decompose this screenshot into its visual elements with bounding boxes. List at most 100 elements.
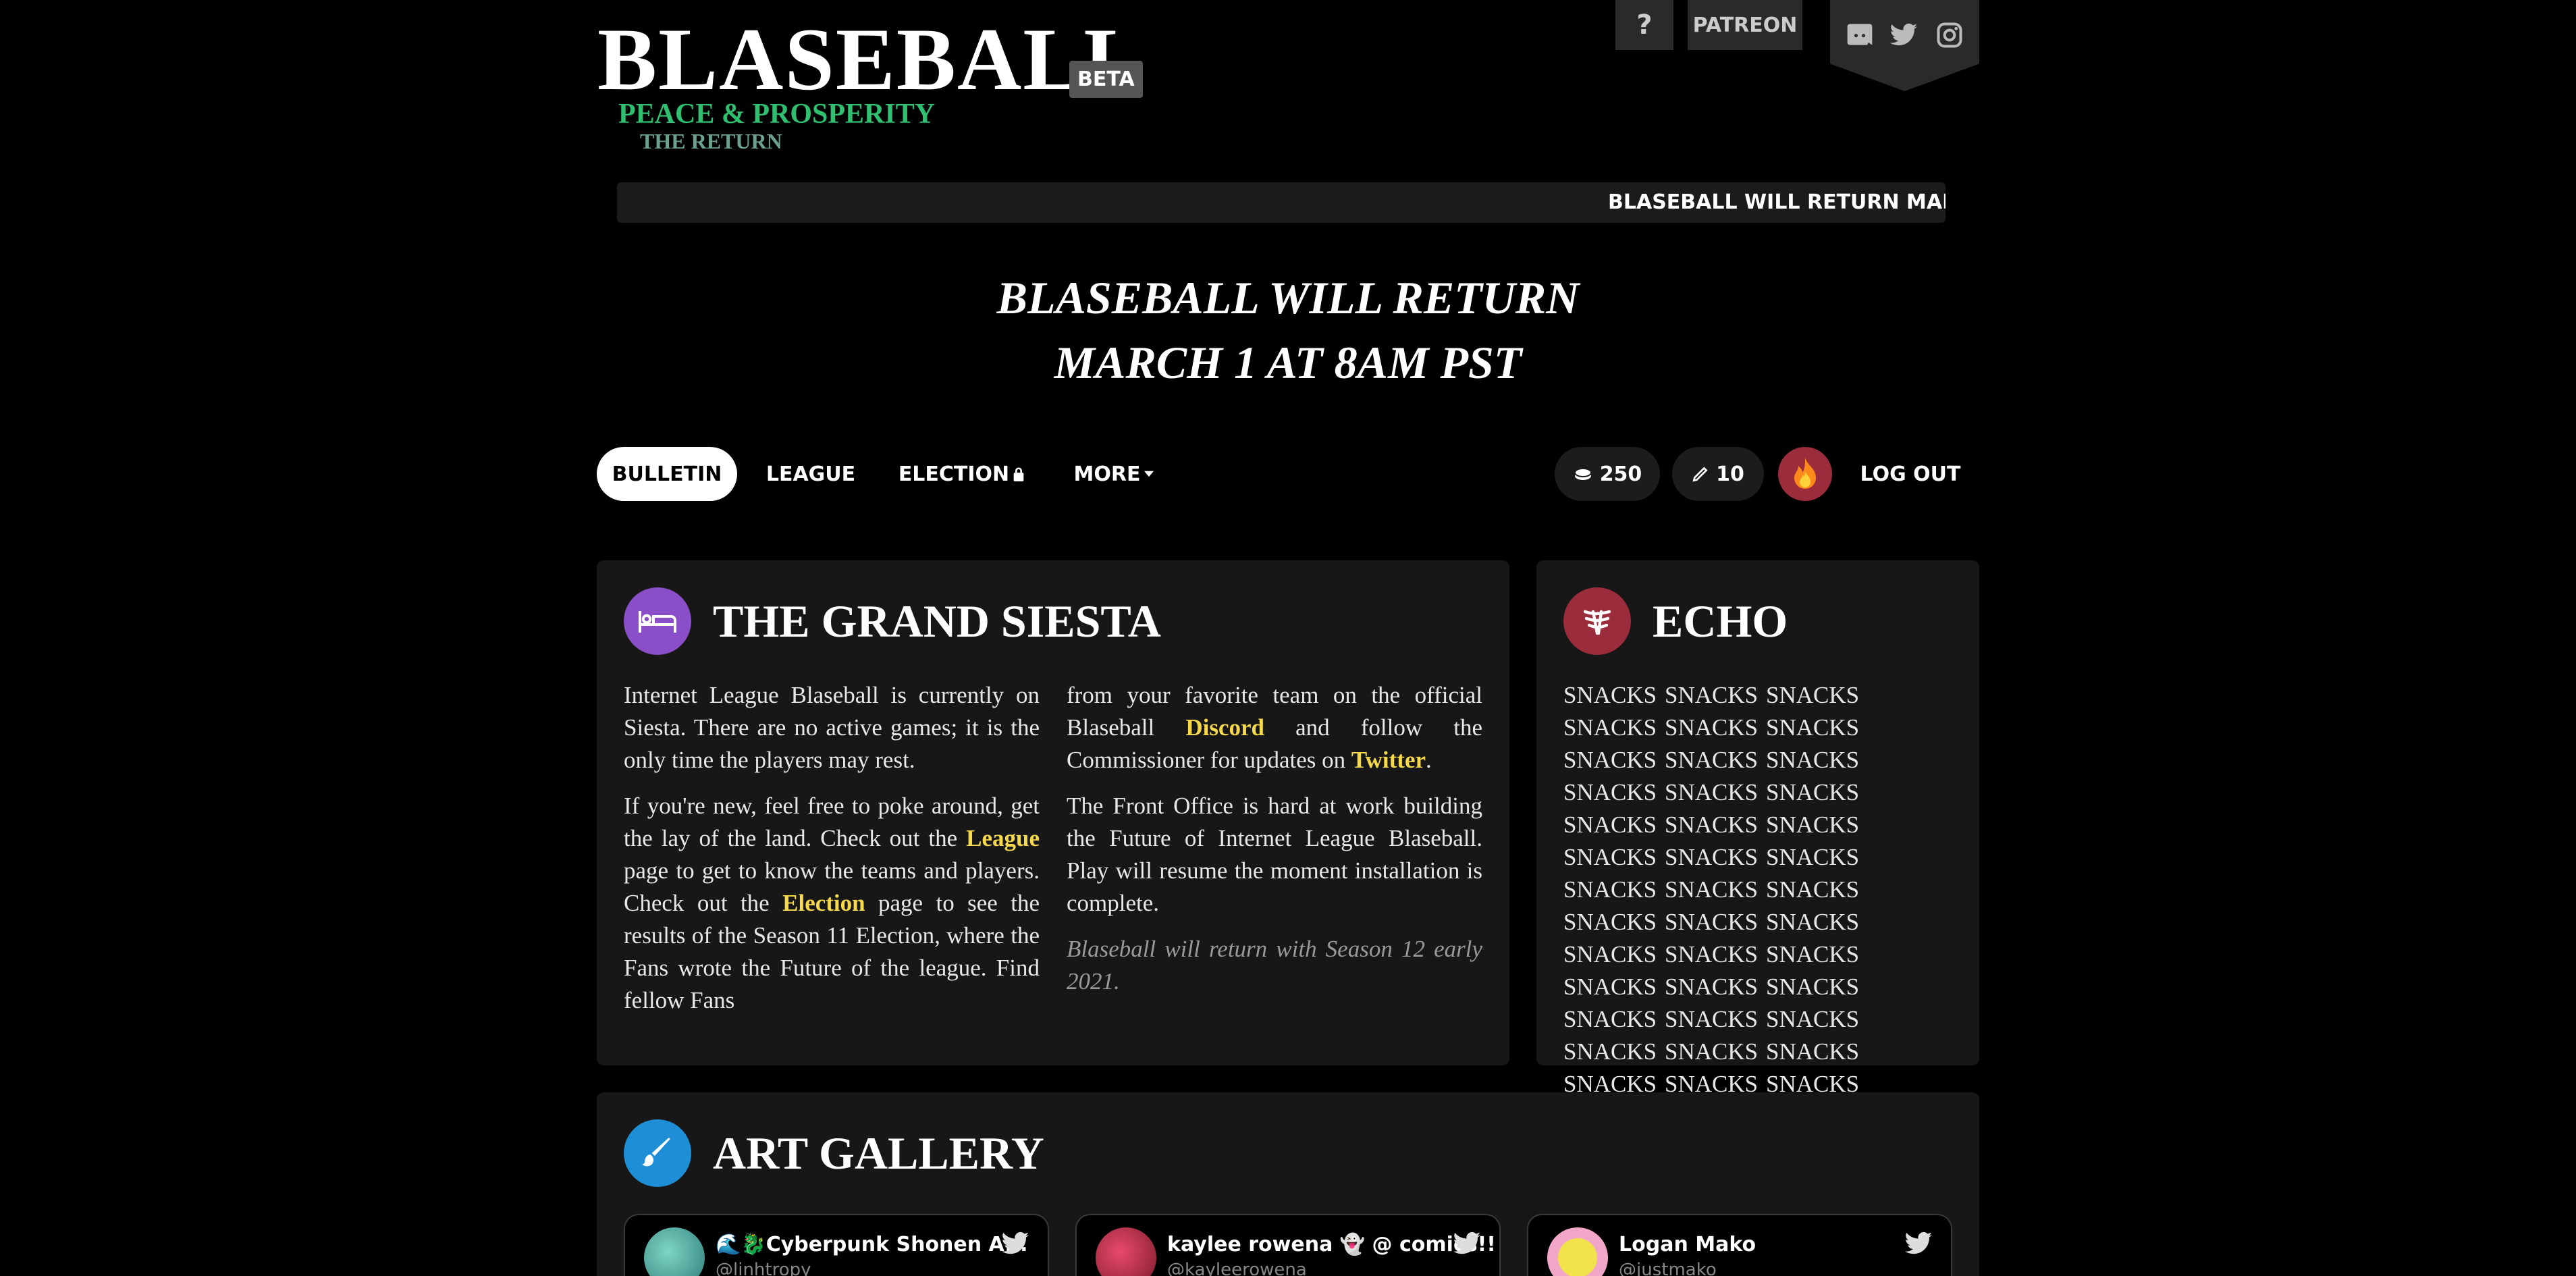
snacks-word: SNACKS bbox=[1766, 909, 1860, 935]
nav-more[interactable]: MORE bbox=[1067, 447, 1161, 501]
snacks-word: SNACKS bbox=[1766, 747, 1860, 773]
siesta-column-right: from your favorite team on the official … bbox=[1067, 679, 1482, 1011]
headline-line2: MARCH 1 AT 8AM PST bbox=[1054, 337, 1522, 388]
tweet-author-name: 🌊🐉Cyberpunk Shonen A... bbox=[716, 1233, 1028, 1256]
snacks-word: SNACKS bbox=[1766, 714, 1860, 741]
twitter-icon[interactable] bbox=[1889, 20, 1918, 50]
snacks-word: SNACKS bbox=[1766, 941, 1860, 967]
logout-button[interactable]: LOG OUT bbox=[1856, 447, 1964, 501]
coins-pill[interactable]: 250 bbox=[1555, 447, 1660, 501]
snacks-word: SNACKS bbox=[1665, 812, 1759, 838]
snacks-word: SNACKS bbox=[1563, 1006, 1657, 1032]
twitter-icon bbox=[1001, 1231, 1029, 1254]
snacks-word: SNACKS bbox=[1766, 1038, 1860, 1065]
coins-icon bbox=[1574, 468, 1592, 480]
tweet-card[interactable]: kaylee rowena 👻 @ comics!! @kayleerowena bbox=[1075, 1214, 1501, 1276]
tweet-card[interactable]: 🌊🐉Cyberpunk Shonen A... @linhtropy bbox=[624, 1214, 1049, 1276]
snacks-list: SNACKS SNACKS SNACKS SNACKS SNACKS SNACKS SNAC… bbox=[1563, 679, 1955, 1133]
ticker-text: BLASEBALL WILL RETURN MARCH 1 A bbox=[1608, 190, 1946, 214]
avatar bbox=[1547, 1227, 1608, 1276]
siesta-paragraph-3: from your favorite team on the official … bbox=[1067, 682, 1482, 773]
tweet-author-handle: @linhtropy bbox=[716, 1260, 811, 1276]
gallery-title: ART GALLERY bbox=[713, 1127, 1044, 1179]
tweet-author-name: kaylee rowena 👻 @ comics!! bbox=[1167, 1233, 1496, 1256]
patreon-button[interactable]: PATREON bbox=[1688, 0, 1802, 50]
snacks-word: SNACKS bbox=[1665, 844, 1759, 870]
snacks-word: SNACKS bbox=[1563, 909, 1657, 935]
beta-badge: BETA bbox=[1069, 61, 1143, 98]
siesta-paragraph-4: The Front Office is hard at work buildin… bbox=[1067, 793, 1482, 916]
grand-siesta-card: THE GRAND SIESTA Internet League Blaseba… bbox=[597, 560, 1509, 1065]
nav-more-label: MORE bbox=[1073, 462, 1141, 486]
discord-link[interactable]: Discord bbox=[1185, 714, 1264, 741]
siesta-title: THE GRAND SIESTA bbox=[713, 595, 1161, 647]
bed-icon bbox=[639, 611, 676, 633]
snacks-word: SNACKS bbox=[1665, 974, 1759, 1000]
fire-icon bbox=[1794, 458, 1816, 489]
snacks-word: SNACKS bbox=[1563, 682, 1657, 708]
siesta-column-left: Internet League Blaseball is currently o… bbox=[624, 679, 1040, 1030]
art-gallery-card: ART GALLERY 🌊🐉Cyberpunk Shonen A... @lin… bbox=[597, 1092, 1979, 1276]
avatar bbox=[1096, 1227, 1156, 1276]
votes-pill[interactable]: 10 bbox=[1672, 447, 1764, 501]
snacks-word: SNACKS bbox=[1766, 812, 1860, 838]
snacks-word: SNACKS bbox=[1766, 779, 1860, 805]
nav-election-label: ELECTION bbox=[898, 462, 1010, 486]
twitter-icon bbox=[1904, 1231, 1933, 1254]
twitter-link[interactable]: Twitter bbox=[1351, 747, 1426, 773]
snacks-word: SNACKS bbox=[1665, 682, 1759, 708]
snacks-word: SNACKS bbox=[1766, 844, 1860, 870]
discord-icon[interactable] bbox=[1845, 20, 1875, 50]
snacks-word: SNACKS bbox=[1563, 812, 1657, 838]
echo-badge bbox=[1563, 587, 1631, 655]
election-link[interactable]: Election bbox=[782, 890, 865, 916]
snacks-word: SNACKS bbox=[1563, 876, 1657, 903]
headline-line1: BLASEBALL WILL RETURN bbox=[996, 272, 1580, 323]
snacks-word: SNACKS bbox=[1563, 844, 1657, 870]
snacks-word: SNACKS bbox=[1563, 747, 1657, 773]
snacks-word: SNACKS bbox=[1563, 974, 1657, 1000]
avatar bbox=[644, 1227, 705, 1276]
tweet-author-name: Logan Mako bbox=[1619, 1233, 1756, 1256]
siesta-paragraph-1: Internet League Blaseball is currently o… bbox=[624, 682, 1040, 773]
snacks-word: SNACKS bbox=[1766, 974, 1860, 1000]
snacks-word: SNACKS bbox=[1665, 747, 1759, 773]
paintbrush-icon bbox=[642, 1138, 670, 1167]
snacks-word: SNACKS bbox=[1563, 1038, 1657, 1065]
snacks-word: SNACKS bbox=[1766, 876, 1860, 903]
siesta-paragraph-2: If you're new, feel free to poke around,… bbox=[624, 793, 1040, 1013]
tweet-author-handle: @justmako bbox=[1619, 1260, 1717, 1276]
nav-league[interactable]: LEAGUE bbox=[760, 447, 861, 501]
votes-icon bbox=[1692, 467, 1708, 482]
siesta-note: Blaseball will return with Season 12 ear… bbox=[1067, 936, 1482, 994]
echo-icon bbox=[1583, 610, 1611, 635]
league-link[interactable]: League bbox=[966, 825, 1040, 851]
votes-count: 10 bbox=[1716, 462, 1744, 486]
tweet-card[interactable]: Logan Mako @justmako bbox=[1527, 1214, 1952, 1276]
echo-title: ECHO bbox=[1653, 595, 1788, 647]
snacks-word: SNACKS bbox=[1665, 714, 1759, 741]
coins-count: 250 bbox=[1599, 462, 1642, 486]
instagram-icon[interactable] bbox=[1935, 20, 1964, 50]
user-avatar[interactable] bbox=[1778, 447, 1832, 501]
snacks-word: SNACKS bbox=[1563, 714, 1657, 741]
snacks-word: SNACKS bbox=[1563, 779, 1657, 805]
lock-icon bbox=[1013, 467, 1024, 481]
snacks-word: SNACKS bbox=[1665, 779, 1759, 805]
tweet-author-handle: @kayleerowena bbox=[1167, 1260, 1307, 1276]
snacks-word: SNACKS bbox=[1563, 941, 1657, 967]
snacks-word: SNACKS bbox=[1665, 1038, 1759, 1065]
site-logo[interactable]: BLASEBALL bbox=[597, 15, 1144, 104]
snacks-word: SNACKS bbox=[1766, 682, 1860, 708]
nav-bulletin[interactable]: BULLETIN bbox=[597, 447, 737, 501]
snacks-word: SNACKS bbox=[1766, 1006, 1860, 1032]
subera-title: THE RETURN bbox=[640, 129, 782, 153]
caret-down-icon bbox=[1144, 471, 1154, 477]
nav-election[interactable]: ELECTION bbox=[898, 447, 1026, 501]
twitter-icon bbox=[1453, 1231, 1481, 1254]
news-ticker: BLASEBALL WILL RETURN MARCH 1 A bbox=[617, 182, 1946, 223]
help-button[interactable]: ? bbox=[1615, 0, 1673, 50]
snacks-word: SNACKS bbox=[1665, 909, 1759, 935]
snacks-word: SNACKS bbox=[1665, 876, 1759, 903]
echo-card: ECHO SNACKS SNACKS SNACKS SNACKS SNACKS SNACK… bbox=[1536, 560, 1979, 1129]
